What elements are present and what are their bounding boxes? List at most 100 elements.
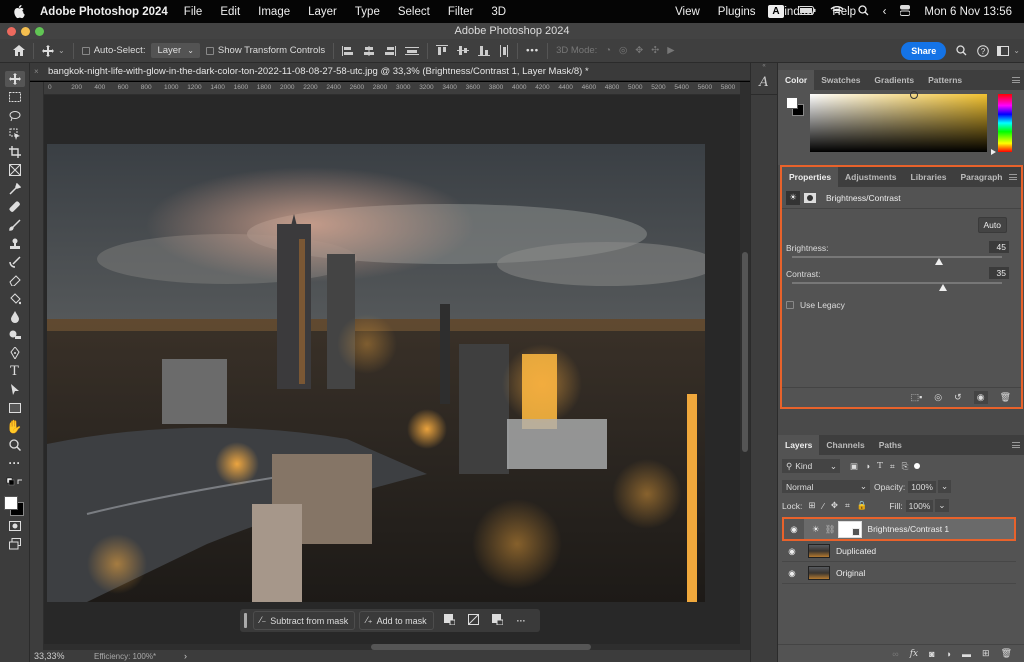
- color-panel-menu-icon[interactable]: [1012, 77, 1020, 83]
- add-mask-icon[interactable]: ◙: [929, 649, 934, 659]
- layer-row[interactable]: ◉ Duplicated: [782, 541, 1016, 562]
- type-tool-icon[interactable]: T: [5, 364, 25, 380]
- brightness-slider-thumb[interactable]: [935, 258, 943, 265]
- status-menu-arrow[interactable]: ›: [184, 651, 187, 661]
- fill-field[interactable]: 100%: [905, 499, 934, 512]
- zoom-tool-icon[interactable]: [5, 437, 25, 453]
- contrast-slider[interactable]: [792, 282, 1002, 284]
- menu-filter[interactable]: Filter: [448, 6, 474, 18]
- hue-slider[interactable]: [998, 94, 1012, 152]
- collapse-arrows-icon[interactable]: «: [751, 63, 777, 71]
- pen-tool-icon[interactable]: [5, 345, 25, 361]
- move-tool-icon[interactable]: [4, 71, 25, 87]
- dodge-tool-icon[interactable]: [5, 327, 25, 343]
- menu-edit[interactable]: Edit: [220, 6, 240, 18]
- lock-image-icon[interactable]: ∕: [822, 501, 823, 511]
- color-field[interactable]: [810, 91, 987, 152]
- spotlight-search-icon[interactable]: [857, 4, 869, 19]
- edit-toolbar-icon[interactable]: ···: [5, 455, 25, 471]
- workspace-chevron-icon[interactable]: ⌄: [1013, 46, 1020, 55]
- toggle-visibility-icon[interactable]: ◉: [973, 391, 988, 404]
- path-selection-tool-icon[interactable]: [5, 382, 25, 398]
- opacity-field[interactable]: 100%: [908, 480, 936, 493]
- auto-select-checkbox[interactable]: [81, 46, 90, 55]
- share-button[interactable]: Share: [901, 41, 947, 60]
- menu-select[interactable]: Select: [398, 6, 430, 18]
- menu-image[interactable]: Image: [258, 6, 290, 18]
- apple-icon[interactable]: [14, 4, 28, 19]
- frame-tool-icon[interactable]: [5, 162, 25, 178]
- battery-icon[interactable]: [797, 5, 816, 18]
- tab-color[interactable]: Color: [778, 70, 815, 90]
- healing-brush-tool-icon[interactable]: [5, 199, 25, 215]
- mask-options-icon[interactable]: [443, 614, 456, 627]
- history-brush-tool-icon[interactable]: [5, 254, 25, 270]
- layer-row[interactable]: ◉ ☀ ⛓ Brightness/Contrast 1: [782, 517, 1016, 541]
- clone-stamp-tool-icon[interactable]: [5, 236, 25, 252]
- rectangle-tool-icon[interactable]: [5, 400, 25, 416]
- object-selection-tool-icon[interactable]: [5, 126, 25, 142]
- eyedropper-tool-icon[interactable]: [5, 181, 25, 197]
- layer-mask-icon[interactable]: [804, 192, 816, 203]
- blur-tool-icon[interactable]: [5, 309, 25, 325]
- contrast-slider-thumb[interactable]: [939, 284, 948, 291]
- canvas-area[interactable]: ⁄₋ Subtract from mask ⁄₊ Add to mask ···: [44, 95, 740, 650]
- lock-all-icon[interactable]: 🔒: [857, 500, 868, 511]
- visibility-eye-icon[interactable]: ◉: [782, 546, 802, 557]
- subtract-from-mask-button[interactable]: ⁄₋ Subtract from mask: [253, 611, 356, 630]
- filter-pixel-icon[interactable]: ▣: [850, 461, 858, 472]
- lock-artboard-icon[interactable]: ⌗: [845, 500, 850, 511]
- tab-paths[interactable]: Paths: [872, 435, 909, 455]
- layer-filter-dropdown[interactable]: ⚲ Kind ⌄: [782, 459, 840, 473]
- contrast-value-field[interactable]: 35: [989, 267, 1009, 279]
- tab-libraries[interactable]: Libraries: [904, 167, 954, 187]
- align-center-icon[interactable]: [363, 45, 375, 56]
- tab-channels[interactable]: Channels: [819, 435, 871, 455]
- foreground-color-swatch[interactable]: [3, 495, 18, 510]
- align-bottom-icon[interactable]: [478, 45, 491, 56]
- align-top-icon[interactable]: [436, 45, 449, 56]
- app-menu[interactable]: Adobe Photoshop 2024: [40, 6, 168, 18]
- lock-position-icon[interactable]: ✥: [831, 500, 838, 511]
- new-adjustment-layer-icon[interactable]: ◑: [946, 649, 951, 659]
- lock-transparent-icon[interactable]: ⊞: [808, 500, 815, 511]
- color-picker-cursor[interactable]: [910, 91, 918, 99]
- blend-mode-dropdown[interactable]: Normal ⌄: [782, 480, 870, 493]
- control-center-icon[interactable]: [899, 4, 911, 19]
- menu-plugins[interactable]: Plugins: [718, 6, 756, 18]
- document-tab[interactable]: × bangkok-night-life-with-glow-in-the-da…: [30, 63, 750, 81]
- opacity-dropdown-icon[interactable]: ⌄: [937, 480, 952, 493]
- close-document-icon[interactable]: ×: [34, 63, 39, 81]
- paint-bucket-tool-icon[interactable]: [5, 291, 25, 307]
- delete-layer-icon[interactable]: 🗑: [1001, 648, 1012, 659]
- vertical-scrollbar[interactable]: [740, 82, 750, 650]
- tab-layers[interactable]: Layers: [778, 435, 820, 455]
- auto-select-dropdown[interactable]: Layer ⌄: [151, 43, 200, 58]
- align-middle-icon[interactable]: [457, 45, 470, 56]
- tab-swatches[interactable]: Swatches: [814, 70, 867, 90]
- properties-panel-menu-icon[interactable]: [1009, 174, 1017, 180]
- vertical-scroll-thumb[interactable]: [742, 252, 748, 452]
- input-source-indicator[interactable]: A: [768, 5, 784, 18]
- clock[interactable]: Mon 6 Nov 13:56: [924, 6, 1012, 18]
- search-icon[interactable]: [956, 45, 967, 56]
- brightness-slider[interactable]: [792, 256, 1002, 258]
- tab-properties[interactable]: Properties: [782, 167, 839, 187]
- layers-panel-menu-icon[interactable]: [1012, 442, 1020, 448]
- wifi-icon[interactable]: [830, 5, 844, 18]
- menu-layer[interactable]: Layer: [308, 6, 337, 18]
- disable-mask-icon[interactable]: [467, 614, 479, 627]
- filter-adjustment-icon[interactable]: ◑: [865, 461, 870, 471]
- help-icon[interactable]: ?: [977, 44, 990, 57]
- crop-tool-icon[interactable]: [5, 144, 25, 160]
- home-icon[interactable]: [13, 45, 25, 56]
- document-image[interactable]: [47, 144, 705, 602]
- minimize-window-button[interactable]: [21, 27, 30, 36]
- align-left-icon[interactable]: [342, 45, 354, 56]
- chevron-down-icon[interactable]: ⌄: [58, 46, 65, 55]
- visibility-eye-icon[interactable]: ◉: [782, 568, 802, 579]
- more-options-button[interactable]: ···: [517, 616, 526, 626]
- reset-adjustment-icon[interactable]: ↺: [954, 392, 962, 403]
- visibility-eye-icon[interactable]: ◉: [784, 519, 804, 539]
- brush-tool-icon[interactable]: [5, 217, 25, 233]
